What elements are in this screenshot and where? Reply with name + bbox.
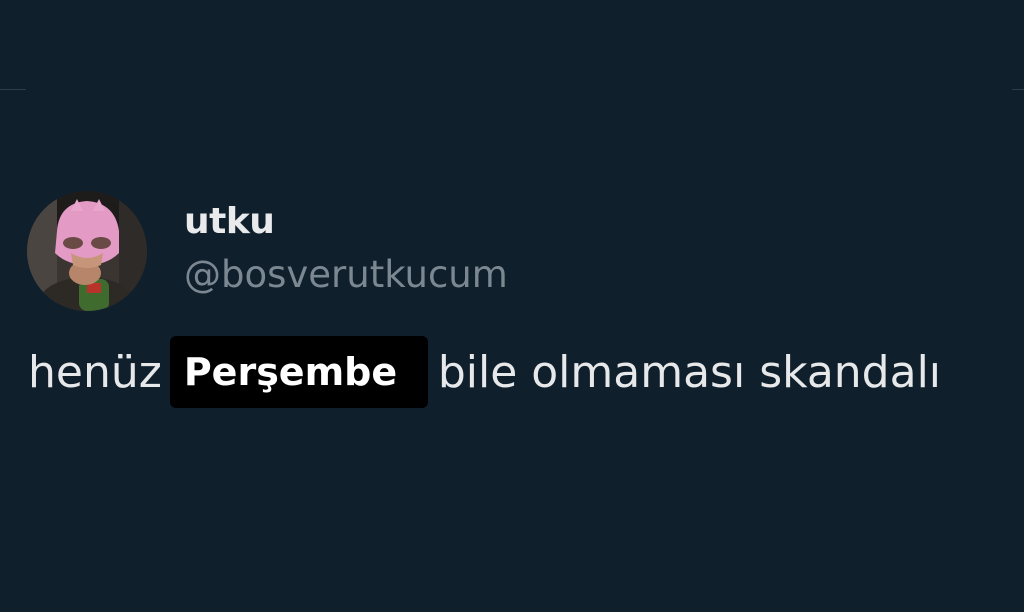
top-divider-right: [1012, 89, 1024, 90]
tweet-text: henüz Perşembe bile olmaması skandalı: [28, 336, 941, 408]
username-handle[interactable]: @bosverutkucum: [184, 252, 508, 298]
profile-photo-icon: [27, 191, 147, 311]
tweet-text-after: bile olmaması skandalı: [437, 346, 942, 398]
tweet-text-before: henüz: [28, 346, 162, 398]
avatar[interactable]: [27, 191, 147, 311]
top-divider-left: [0, 89, 26, 90]
highlighted-word: Perşembe: [169, 336, 428, 408]
display-name[interactable]: utku: [184, 200, 275, 244]
